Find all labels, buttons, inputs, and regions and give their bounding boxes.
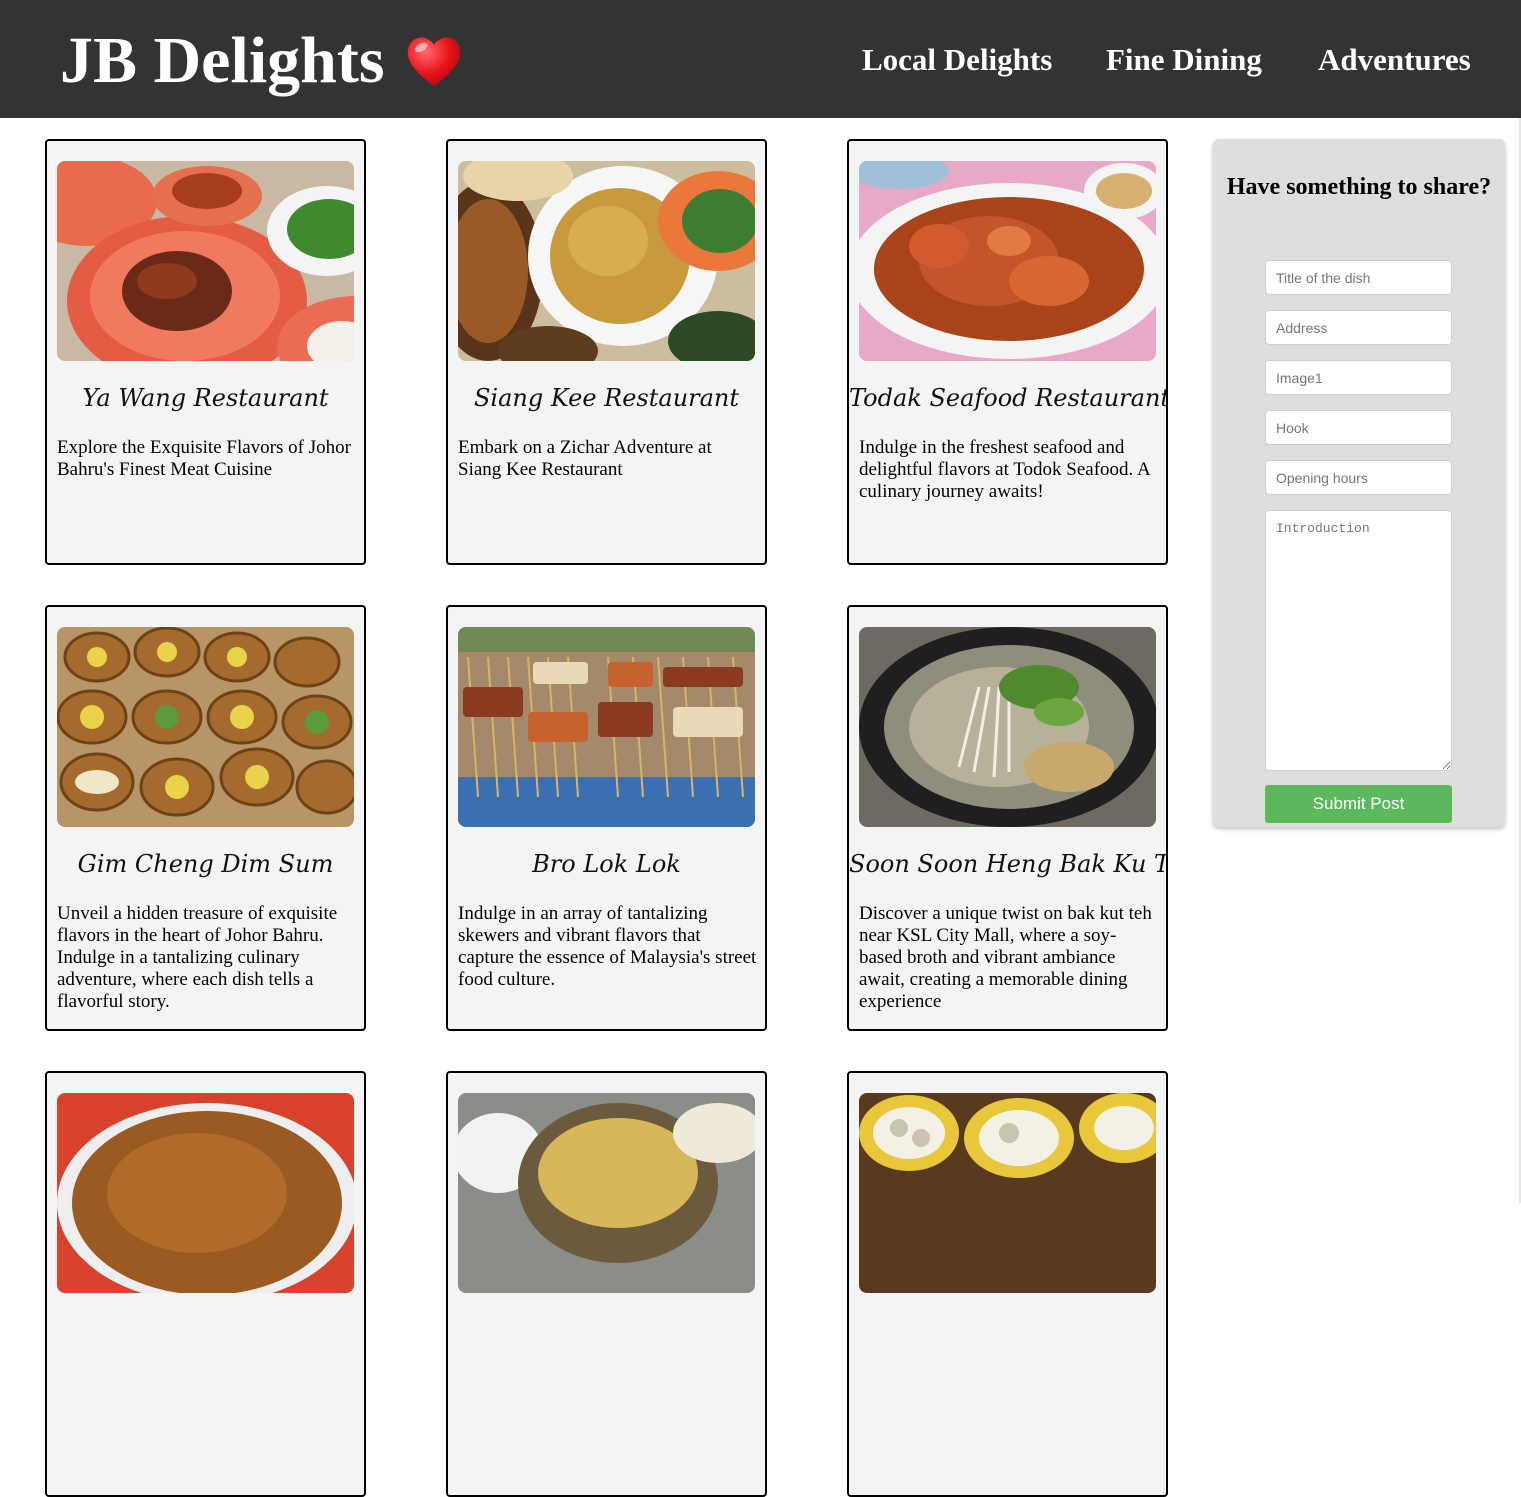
submit-post-button[interactable]: Submit Post <box>1265 785 1452 823</box>
restaurant-card[interactable]: Soon Soon Heng Bak Ku Teh Discover a uni… <box>847 605 1168 1031</box>
restaurant-card[interactable]: Ya Wang Restaurant Explore the Exquisite… <box>45 139 366 565</box>
card-description: Indulge in an array of tantalizing skewe… <box>458 903 757 990</box>
nav-adventures[interactable]: Adventures <box>1318 40 1471 80</box>
roast-duck-photo <box>57 161 354 361</box>
card-title: Todak Seafood Restaurant <box>849 384 1168 412</box>
hook-input[interactable] <box>1265 410 1452 445</box>
introduction-textarea[interactable] <box>1265 510 1452 771</box>
heart-icon <box>403 30 465 92</box>
restaurant-card[interactable]: Siang Kee Restaurant Embark on a Zichar … <box>446 139 767 565</box>
share-form-panel: Have something to share? Submit Post <box>1213 139 1505 827</box>
brand[interactable]: JB Delights <box>60 22 465 100</box>
nav-local-delights[interactable]: Local Delights <box>862 40 1052 80</box>
fried-noodles-photo <box>57 1093 354 1293</box>
bak-kut-teh-photo <box>859 627 1156 827</box>
top-navbar: JB Delights Local Delights Fine Dining A… <box>0 0 1521 118</box>
card-title: Gim Cheng Dim Sum <box>77 850 334 878</box>
address-input[interactable] <box>1265 310 1452 345</box>
card-description: Unveil a hidden treasure of exquisite fl… <box>57 903 338 1012</box>
opening-hours-input[interactable] <box>1265 460 1452 495</box>
card-title: Bro Lok Lok <box>532 850 681 878</box>
dish-title-input[interactable] <box>1265 260 1452 295</box>
image-input[interactable] <box>1265 360 1452 395</box>
dim-sum-baskets-photo <box>859 1093 1156 1293</box>
card-description: Indulge in the freshest seafood and deli… <box>859 437 1150 502</box>
card-title: Siang Kee Restaurant <box>473 384 740 412</box>
lok-lok-skewers-photo <box>458 627 755 827</box>
nav-fine-dining[interactable]: Fine Dining <box>1106 40 1262 80</box>
claypot-rice-photo <box>458 1093 755 1293</box>
restaurant-card[interactable] <box>847 1071 1168 1497</box>
restaurant-card[interactable]: Todak Seafood Restaurant Indulge in the … <box>847 139 1168 565</box>
restaurant-card[interactable]: Gim Cheng Dim Sum Unveil a hidden treasu… <box>45 605 366 1031</box>
card-title: Soon Soon Heng Bak Ku Teh <box>849 850 1168 878</box>
card-description: Discover a unique twist on bak kut teh n… <box>859 903 1152 1012</box>
zichar-dishes-photo <box>458 161 755 361</box>
restaurant-card[interactable] <box>45 1071 366 1497</box>
share-form-title: Have something to share? <box>1226 174 1492 200</box>
card-description: Embark on a Zichar Adventure at Siang Ke… <box>458 437 712 480</box>
restaurant-card[interactable] <box>446 1071 767 1497</box>
restaurant-card[interactable]: Bro Lok Lok Indulge in an array of tanta… <box>446 605 767 1031</box>
chili-crab-photo <box>859 161 1156 361</box>
brand-title: JB Delights <box>60 24 385 97</box>
dim-sum-photo <box>57 627 354 827</box>
card-title: Ya Wang Restaurant <box>82 384 329 412</box>
card-description: Explore the Exquisite Flavors of Johor B… <box>57 437 351 480</box>
